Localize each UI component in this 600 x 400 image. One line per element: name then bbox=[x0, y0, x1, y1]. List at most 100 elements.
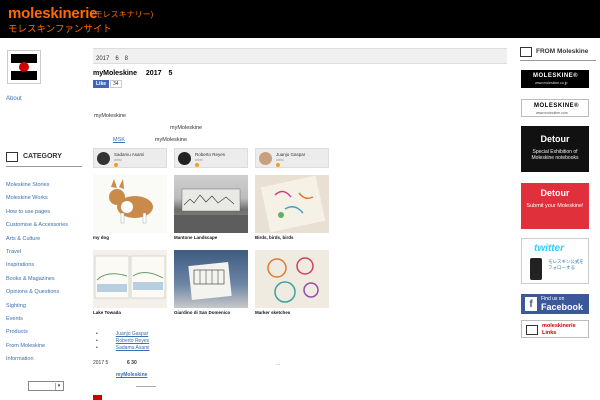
twitter-banner[interactable]: twitter モレスキン公式をフォローする bbox=[521, 238, 589, 284]
dog-sketch-image bbox=[109, 179, 153, 224]
sketch-thumbnail[interactable] bbox=[255, 250, 329, 308]
ellipsis-text: ... bbox=[276, 361, 281, 367]
category-list: Moleskine Stories Moleskine Works How to… bbox=[6, 181, 86, 368]
category-item[interactable]: Inspirations bbox=[6, 261, 86, 274]
banner-title: MOLESKINE® bbox=[534, 103, 580, 109]
profile-name: Roberto Reyes bbox=[195, 152, 226, 157]
category-item[interactable]: Sighting bbox=[6, 302, 86, 315]
category-item[interactable]: Opinions & Questions bbox=[6, 288, 86, 301]
site-title-kana: (モレスキナリー) bbox=[92, 10, 154, 19]
category-item[interactable]: Books & Magazines bbox=[6, 275, 86, 288]
birds-sketch-image bbox=[260, 175, 326, 233]
badge-icon bbox=[114, 163, 118, 167]
like-label: Like bbox=[93, 80, 110, 88]
msk-link[interactable]: MSK bbox=[113, 137, 125, 143]
chevron-down-icon: ▾ bbox=[55, 383, 62, 390]
thumbnail-caption[interactable]: Birds, birds, birds bbox=[255, 235, 294, 240]
thumbnail-caption[interactable]: my dog bbox=[93, 235, 109, 240]
archive-select[interactable]: ▾ bbox=[28, 381, 64, 391]
profile-name: Juanjo Gaspar bbox=[276, 152, 306, 157]
from-moleskine-label: FROM Moleskine bbox=[536, 48, 589, 55]
banner-subtitle: Special Exhibition of Moleskine notebook… bbox=[531, 149, 579, 161]
flag-icon bbox=[93, 395, 102, 400]
bottom-date: 2017 5 bbox=[93, 360, 109, 366]
banner-subtitle: Facebook bbox=[541, 302, 584, 312]
writer-link[interactable]: Juanjo Gaspar bbox=[116, 331, 149, 337]
detour-submit-banner[interactable]: Detour Submit your Moleskine! bbox=[521, 183, 589, 229]
site-subtitle: モレスキンファンサイト bbox=[8, 24, 112, 35]
category-item[interactable]: Information bbox=[6, 355, 86, 368]
category-item[interactable]: Moleskine Works bbox=[6, 194, 86, 207]
banner-title: Detour bbox=[540, 134, 570, 144]
banner-subtitle: www.moleskine.com bbox=[536, 111, 568, 115]
category-item[interactable]: From Moleskine bbox=[6, 342, 86, 355]
about-link[interactable]: About bbox=[6, 96, 22, 102]
body-text: MSK myMoleskine bbox=[113, 137, 187, 143]
post-date: 2017 6 8 bbox=[96, 56, 129, 62]
sketch-thumbnail[interactable] bbox=[93, 175, 167, 233]
moleskinerie-links-banner[interactable]: moleskinerie Links bbox=[521, 320, 589, 338]
list-item: Juanjo Gaspar bbox=[104, 331, 149, 338]
category-heading: CATEGORY bbox=[6, 151, 82, 167]
site-logo[interactable] bbox=[7, 50, 41, 84]
category-item[interactable]: Events bbox=[6, 315, 86, 328]
detour-exhibition-banner[interactable]: Detour Special Exhibition of Moleskine n… bbox=[521, 126, 589, 172]
profile-card[interactable]: Juanjo Gaspar artist bbox=[255, 148, 329, 168]
category-item[interactable]: Products bbox=[6, 328, 86, 341]
book-icon bbox=[520, 47, 533, 57]
site-header: moleskinerie (モレスキナリー) モレスキンファンサイト bbox=[0, 0, 600, 38]
avatar bbox=[178, 152, 191, 165]
body-text-rest: myMoleskine bbox=[154, 137, 188, 143]
like-button[interactable]: Like 34 bbox=[93, 80, 122, 88]
thumbnail-caption[interactable]: Lake Towada bbox=[93, 310, 121, 315]
sketch-thumbnail[interactable] bbox=[174, 250, 248, 308]
divider bbox=[136, 386, 156, 387]
category-item[interactable]: Travel bbox=[6, 248, 86, 261]
from-moleskine-heading: FROM Moleskine bbox=[520, 45, 596, 61]
post-title[interactable]: myMoleskine 2017 5 bbox=[93, 68, 172, 78]
phone-icon bbox=[530, 258, 542, 280]
writer-list: Juanjo Gaspar Roberto Reyes Sadamu Asami bbox=[104, 331, 150, 352]
marker-sketch-image bbox=[267, 257, 319, 303]
avatar bbox=[259, 152, 272, 165]
category-item[interactable]: Customise & Accessories bbox=[6, 221, 86, 234]
garden-sketch-image bbox=[188, 262, 232, 300]
like-count: 34 bbox=[110, 80, 122, 88]
thumbnail-caption[interactable]: Giardino di San Domenico bbox=[174, 310, 230, 315]
profile-role: artist bbox=[114, 158, 122, 162]
thumbnail-caption[interactable]: Marker sketches bbox=[255, 310, 290, 315]
list-item: Sadamu Asami bbox=[104, 345, 150, 352]
post-date-bar: 2017 6 8 bbox=[93, 48, 507, 64]
category-item[interactable]: Arts & Culture bbox=[6, 235, 86, 248]
moleskine-com-banner[interactable]: MOLESKINE® www.moleskine.com bbox=[521, 99, 589, 117]
category-heading-label: CATEGORY bbox=[23, 153, 62, 160]
sketch-thumbnail[interactable] bbox=[93, 250, 167, 308]
facebook-banner[interactable]: f Find us on Facebook bbox=[521, 294, 589, 314]
profile-card[interactable]: Roberto Reyes artist bbox=[174, 148, 248, 168]
banner-subtitle: Links bbox=[542, 330, 557, 336]
banner-title: Detour bbox=[540, 188, 570, 198]
profile-name: Sadamu Asami bbox=[114, 152, 145, 157]
profile-card[interactable]: Sadamu Asami artist bbox=[93, 148, 167, 168]
sketch-thumbnail[interactable] bbox=[255, 175, 329, 233]
body-text: myMoleskine bbox=[94, 113, 127, 119]
writer-link[interactable]: Roberto Reyes bbox=[116, 338, 149, 344]
badge-icon bbox=[195, 163, 199, 167]
writer-link[interactable]: Sadamu Asami bbox=[116, 345, 150, 351]
profile-role: artist bbox=[195, 158, 203, 162]
banner-title: moleskinerie bbox=[542, 323, 576, 329]
list-item: Roberto Reyes bbox=[104, 338, 149, 345]
category-item[interactable]: Moleskine Stories bbox=[6, 181, 86, 194]
facebook-icon: f bbox=[525, 297, 537, 311]
site-title[interactable]: moleskinerie bbox=[8, 5, 98, 22]
mymoleskine-link[interactable]: myMoleskine bbox=[116, 372, 147, 378]
landscape-sketch-image bbox=[174, 188, 248, 233]
banner-subtitle: Submit your Moleskine! bbox=[526, 203, 584, 209]
moleskine-jp-banner[interactable]: MOLESKINE® www.moleskine.co.jp bbox=[521, 70, 589, 88]
sketch-thumbnail[interactable] bbox=[174, 175, 248, 233]
category-item[interactable]: How to use pages bbox=[6, 208, 86, 221]
lake-sketch-image bbox=[94, 255, 166, 299]
badge-icon bbox=[276, 163, 280, 167]
logo-icon bbox=[11, 54, 37, 80]
thumbnail-caption[interactable]: Mantone Landscape bbox=[174, 235, 217, 240]
